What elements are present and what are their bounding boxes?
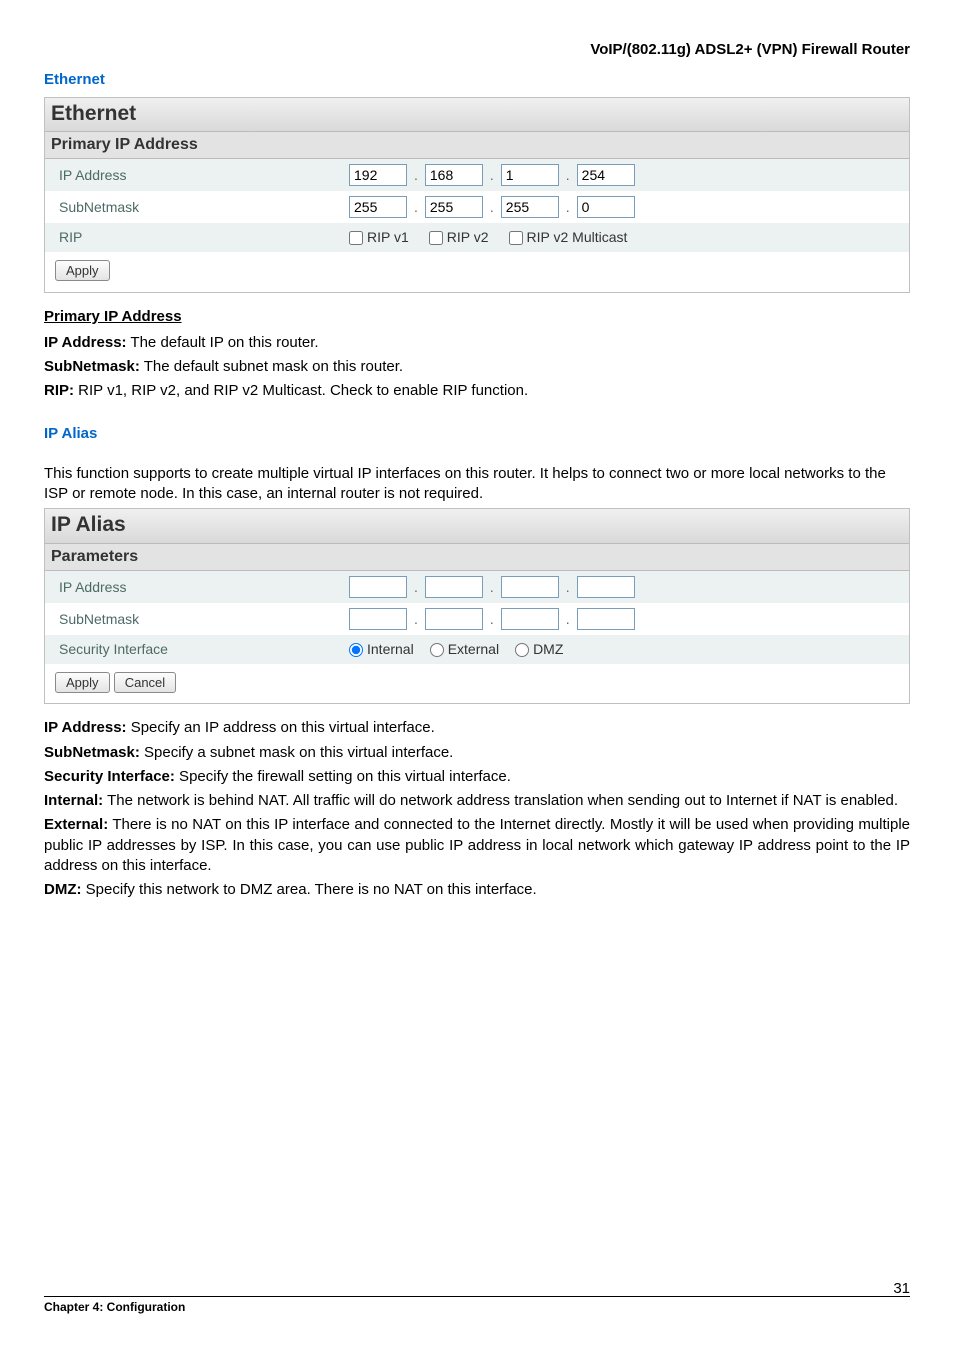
- dot-icon: .: [565, 198, 571, 217]
- alias-label-ip: IP Address: [59, 578, 349, 597]
- alias-desc-mask: SubNetmask: Specify a subnet mask on thi…: [44, 743, 910, 763]
- desc-subnetmask: SubNetmask: The default subnet mask on t…: [44, 357, 910, 377]
- ip-alias-panel-title: IP Alias: [45, 509, 909, 543]
- rip-v2-checkbox[interactable]: [429, 231, 443, 245]
- ip-octet-4[interactable]: [577, 164, 635, 186]
- security-dmz-label: DMZ: [533, 640, 563, 659]
- alias-ip-octet-2[interactable]: [425, 576, 483, 598]
- primary-ip-heading: Primary IP Address: [44, 307, 910, 327]
- ip-alias-panel: IP Alias Parameters IP Address . . . Sub…: [44, 508, 910, 704]
- rip-v2-option[interactable]: RIP v2: [429, 228, 489, 247]
- rip-v2m-checkbox[interactable]: [509, 231, 523, 245]
- dot-icon: .: [489, 578, 495, 597]
- label-rip: RIP: [59, 228, 349, 247]
- ip-alias-heading: IP Alias: [44, 424, 910, 444]
- row-subnetmask: SubNetmask . . .: [45, 191, 909, 223]
- security-internal-radio[interactable]: [349, 643, 363, 657]
- alias-desc-ip: IP Address: Specify an IP address on thi…: [44, 718, 910, 738]
- label-subnetmask: SubNetmask: [59, 198, 349, 217]
- alias-row-mask: SubNetmask . . .: [45, 603, 909, 635]
- alias-desc-security: Security Interface: Specify the firewall…: [44, 767, 910, 787]
- alias-ip-octet-3[interactable]: [501, 576, 559, 598]
- security-dmz-option[interactable]: DMZ: [515, 640, 563, 659]
- page-footer: Chapter 4: Configuration 31: [44, 1296, 910, 1315]
- dot-icon: .: [413, 610, 419, 629]
- alias-mask-octet-1[interactable]: [349, 608, 407, 630]
- security-external-radio[interactable]: [430, 643, 444, 657]
- rip-v2m-label: RIP v2 Multicast: [527, 228, 628, 247]
- cancel-button[interactable]: Cancel: [114, 672, 176, 693]
- dot-icon: .: [413, 198, 419, 217]
- apply-button[interactable]: Apply: [55, 672, 110, 693]
- ip-octet-3[interactable]: [501, 164, 559, 186]
- ip-alias-panel-subtitle: Parameters: [45, 544, 909, 572]
- dot-icon: .: [413, 578, 419, 597]
- security-external-option[interactable]: External: [430, 640, 499, 659]
- dot-icon: .: [489, 166, 495, 185]
- alias-row-security: Security Interface Internal External DMZ: [45, 635, 909, 664]
- security-dmz-radio[interactable]: [515, 643, 529, 657]
- ip-alias-intro: This function supports to create multipl…: [44, 464, 910, 505]
- alias-desc-dmz: DMZ: Specify this network to DMZ area. T…: [44, 880, 910, 900]
- rip-v2m-option[interactable]: RIP v2 Multicast: [509, 228, 628, 247]
- ip-alias-panel-footer: Apply Cancel: [45, 664, 909, 703]
- ip-octet-1[interactable]: [349, 164, 407, 186]
- dot-icon: .: [565, 610, 571, 629]
- ethernet-panel: Ethernet Primary IP Address IP Address .…: [44, 97, 910, 293]
- mask-octet-3[interactable]: [501, 196, 559, 218]
- rip-v1-checkbox[interactable]: [349, 231, 363, 245]
- dot-icon: .: [489, 610, 495, 629]
- alias-desc-internal: Internal: The network is behind NAT. All…: [44, 791, 910, 811]
- alias-mask-octet-2[interactable]: [425, 608, 483, 630]
- footer-page-number: 31: [893, 1279, 910, 1299]
- mask-octet-4[interactable]: [577, 196, 635, 218]
- row-ip-address: IP Address . . .: [45, 159, 909, 191]
- mask-octet-2[interactable]: [425, 196, 483, 218]
- footer-chapter: Chapter 4: Configuration: [44, 1299, 185, 1315]
- ethernet-heading: Ethernet: [44, 70, 910, 90]
- rip-v2-label: RIP v2: [447, 228, 489, 247]
- security-internal-option[interactable]: Internal: [349, 640, 414, 659]
- ethernet-panel-subtitle: Primary IP Address: [45, 132, 909, 160]
- desc-rip: RIP: RIP v1, RIP v2, and RIP v2 Multicas…: [44, 381, 910, 401]
- dot-icon: .: [413, 166, 419, 185]
- security-external-label: External: [448, 640, 499, 659]
- ip-octet-2[interactable]: [425, 164, 483, 186]
- mask-octet-1[interactable]: [349, 196, 407, 218]
- label-ip-address: IP Address: [59, 166, 349, 185]
- ethernet-panel-title: Ethernet: [45, 98, 909, 132]
- rip-v1-label: RIP v1: [367, 228, 409, 247]
- alias-label-mask: SubNetmask: [59, 610, 349, 629]
- alias-desc-external: External: There is no NAT on this IP int…: [44, 815, 910, 876]
- page-header-title: VoIP/(802.11g) ADSL2+ (VPN) Firewall Rou…: [44, 40, 910, 60]
- security-internal-label: Internal: [367, 640, 414, 659]
- alias-row-ip: IP Address . . .: [45, 571, 909, 603]
- alias-ip-octet-4[interactable]: [577, 576, 635, 598]
- rip-v1-option[interactable]: RIP v1: [349, 228, 409, 247]
- dot-icon: .: [489, 198, 495, 217]
- row-rip: RIP RIP v1 RIP v2 RIP v2 Multicast: [45, 223, 909, 252]
- dot-icon: .: [565, 578, 571, 597]
- alias-mask-octet-3[interactable]: [501, 608, 559, 630]
- ethernet-panel-footer: Apply: [45, 252, 909, 291]
- alias-mask-octet-4[interactable]: [577, 608, 635, 630]
- desc-ip-address: IP Address: The default IP on this route…: [44, 333, 910, 353]
- alias-ip-octet-1[interactable]: [349, 576, 407, 598]
- dot-icon: .: [565, 166, 571, 185]
- apply-button[interactable]: Apply: [55, 260, 110, 281]
- alias-label-security: Security Interface: [59, 640, 349, 659]
